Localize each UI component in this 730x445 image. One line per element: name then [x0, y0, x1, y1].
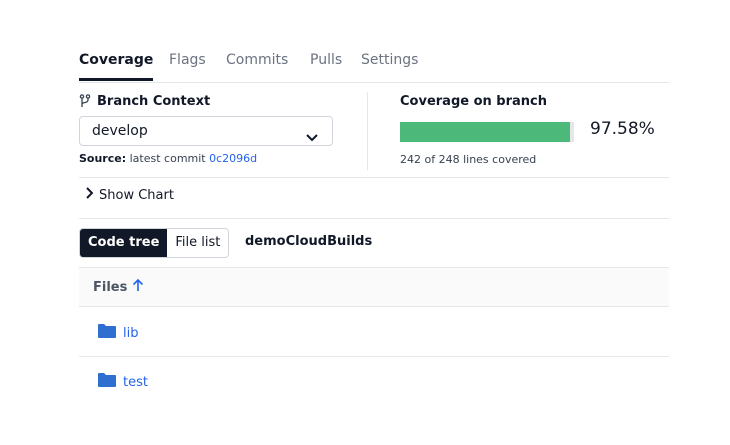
file-list-button[interactable]: File list	[167, 229, 229, 257]
folder-name: lib	[123, 325, 139, 341]
show-chart-label: Show Chart	[99, 187, 174, 203]
coverage-section: Coverage on branch 97.58% 242 of 248 lin…	[400, 92, 670, 166]
column-divider	[367, 92, 368, 170]
view-toggle: Code tree File list	[79, 228, 230, 258]
branch-select-value: develop	[92, 123, 148, 139]
table-row: lib	[79, 307, 669, 357]
files-sort-header[interactable]: Files	[93, 278, 144, 296]
folder-icon	[97, 372, 117, 392]
folder-name: test	[123, 374, 148, 390]
branch-context-section: Branch Context develop Source: latest co…	[79, 92, 349, 165]
lines-covered: 242 of 248 lines covered	[400, 153, 537, 166]
git-branch-icon	[79, 94, 91, 108]
tab-bar: Coverage Flags Commits Pulls Settings	[79, 48, 669, 83]
branch-context-label: Branch Context	[97, 93, 211, 109]
arrow-up-icon	[132, 278, 144, 296]
folder-icon	[97, 323, 117, 343]
tab-coverage[interactable]: Coverage	[79, 48, 154, 81]
commit-sha-link[interactable]: 0c2096d	[209, 152, 257, 165]
tab-settings[interactable]: Settings	[361, 48, 418, 81]
chevron-right-icon	[85, 187, 94, 203]
folder-link-lib[interactable]: lib	[97, 323, 138, 343]
files-header-label: Files	[93, 279, 128, 295]
tab-pulls[interactable]: Pulls	[310, 48, 342, 81]
source-label: Source:	[79, 152, 127, 165]
source-text: latest commit	[129, 152, 206, 165]
source-line: Source: latest commit 0c2096d	[79, 152, 257, 165]
chevron-down-icon	[306, 125, 318, 153]
tab-commits[interactable]: Commits	[226, 48, 288, 81]
coverage-progress-fill	[400, 122, 570, 142]
branch-context-title: Branch Context	[79, 92, 349, 110]
coverage-percent: 97.58%	[590, 119, 655, 139]
divider	[79, 218, 669, 219]
coverage-progress-bar	[400, 122, 574, 142]
table-row: test	[79, 356, 669, 405]
tab-flags[interactable]: Flags	[169, 48, 206, 81]
branch-select[interactable]: develop	[79, 116, 333, 146]
divider	[79, 177, 669, 178]
files-table-header: Files	[79, 268, 669, 307]
show-chart-toggle[interactable]: Show Chart	[85, 187, 174, 203]
coverage-title: Coverage on branch	[400, 93, 548, 109]
repo-name: demoCloudBuilds	[245, 234, 373, 249]
code-tree-button[interactable]: Code tree	[80, 229, 168, 257]
folder-link-test[interactable]: test	[97, 372, 148, 392]
